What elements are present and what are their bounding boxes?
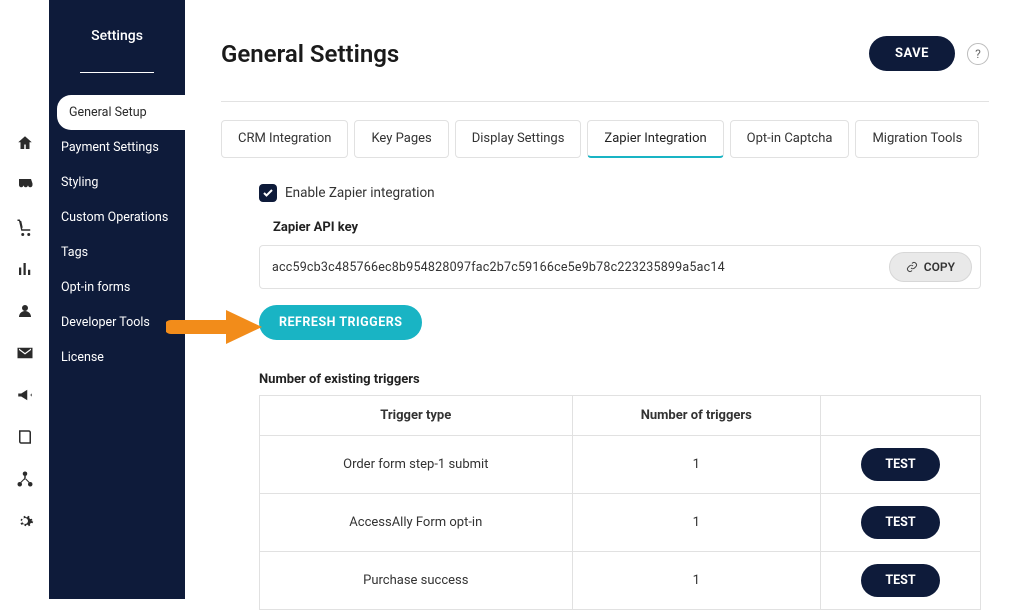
page-title: General Settings — [221, 40, 399, 68]
sidebar-item-styling[interactable]: Styling — [49, 165, 185, 200]
chart-icon[interactable] — [16, 260, 34, 278]
cart-icon[interactable] — [16, 218, 34, 236]
sidebar-items: General Setup Payment Settings Styling C… — [49, 95, 185, 375]
triggers-table: Trigger type Number of triggers Order fo… — [259, 395, 981, 610]
api-key-box: acc59cb3c485766ec8b954828097fac2b7c59166… — [259, 245, 981, 289]
triggers-title: Number of existing triggers — [259, 372, 981, 387]
book-icon[interactable] — [16, 428, 34, 446]
refresh-triggers-button[interactable]: REFRESH TRIGGERS — [259, 305, 422, 340]
tab-migration-tools[interactable]: Migration Tools — [855, 120, 979, 158]
trigger-action-cell: TEST — [821, 436, 981, 494]
sidebar-item-custom-operations[interactable]: Custom Operations — [49, 200, 185, 235]
tab-key-pages[interactable]: Key Pages — [354, 120, 448, 158]
save-button[interactable]: SAVE — [869, 36, 955, 71]
trigger-count-cell: 1 — [572, 436, 820, 494]
api-key-value[interactable]: acc59cb3c485766ec8b954828097fac2b7c59166… — [272, 260, 725, 275]
test-button[interactable]: TEST — [861, 564, 939, 597]
trigger-type-cell: AccessAlly Form opt-in — [260, 494, 573, 552]
enable-zapier-checkbox[interactable] — [259, 184, 277, 202]
megaphone-icon[interactable] — [16, 386, 34, 404]
help-button[interactable]: ? — [967, 43, 989, 65]
gear-icon[interactable] — [16, 512, 34, 530]
sidebar-item-general-setup[interactable]: General Setup — [57, 95, 185, 130]
sidebar-item-opt-in-forms[interactable]: Opt-in forms — [49, 270, 185, 305]
trigger-action-cell: TEST — [821, 494, 981, 552]
sidebar-item-license[interactable]: License — [49, 340, 185, 375]
col-trigger-type: Trigger type — [260, 396, 573, 436]
mail-icon[interactable] — [16, 344, 34, 362]
enable-zapier-label: Enable Zapier integration — [285, 185, 435, 201]
tab-crm-integration[interactable]: CRM Integration — [221, 120, 348, 158]
sidebar-title: Settings — [91, 28, 143, 44]
trigger-type-cell: Order form step-1 submit — [260, 436, 573, 494]
sidebar-underline — [80, 72, 154, 73]
col-trigger-count: Number of triggers — [572, 396, 820, 436]
link-icon — [906, 261, 918, 273]
header-actions: SAVE ? — [869, 36, 989, 71]
api-key-label: Zapier API key — [273, 220, 981, 235]
store-icon[interactable] — [16, 176, 34, 194]
tab-opt-in-captcha[interactable]: Opt-in Captcha — [730, 120, 850, 158]
tabs: CRM Integration Key Pages Display Settin… — [221, 120, 989, 158]
sidebar-item-developer-tools[interactable]: Developer Tools — [49, 305, 185, 340]
sidebar-item-payment-settings[interactable]: Payment Settings — [49, 130, 185, 165]
zapier-panel: Enable Zapier integration Zapier API key… — [221, 184, 989, 610]
settings-sidebar: Settings General Setup Payment Settings … — [49, 0, 185, 599]
enable-zapier-row[interactable]: Enable Zapier integration — [259, 184, 981, 202]
sitemap-icon[interactable] — [16, 470, 34, 488]
header-row: General Settings SAVE ? — [221, 36, 989, 71]
sidebar-item-tags[interactable]: Tags — [49, 235, 185, 270]
col-trigger-action — [821, 396, 981, 436]
copy-button[interactable]: COPY — [889, 252, 972, 282]
trigger-count-cell: 1 — [572, 552, 820, 610]
trigger-action-cell: TEST — [821, 552, 981, 610]
test-button[interactable]: TEST — [861, 448, 939, 481]
users-icon[interactable] — [16, 302, 34, 320]
table-row: AccessAlly Form opt-in 1 TEST — [260, 494, 981, 552]
triggers-header-row: Trigger type Number of triggers — [260, 396, 981, 436]
home-icon[interactable] — [16, 134, 34, 152]
trigger-type-cell: Purchase success — [260, 552, 573, 610]
copy-button-label: COPY — [924, 260, 955, 274]
icon-rail — [0, 0, 49, 599]
table-row: Order form step-1 submit 1 TEST — [260, 436, 981, 494]
test-button[interactable]: TEST — [861, 506, 939, 539]
tab-zapier-integration[interactable]: Zapier Integration — [587, 120, 723, 158]
main-content: General Settings SAVE ? CRM Integration … — [185, 0, 1017, 599]
table-row: Purchase success 1 TEST — [260, 552, 981, 610]
divider — [221, 101, 989, 102]
tab-display-settings[interactable]: Display Settings — [455, 120, 582, 158]
trigger-count-cell: 1 — [572, 494, 820, 552]
